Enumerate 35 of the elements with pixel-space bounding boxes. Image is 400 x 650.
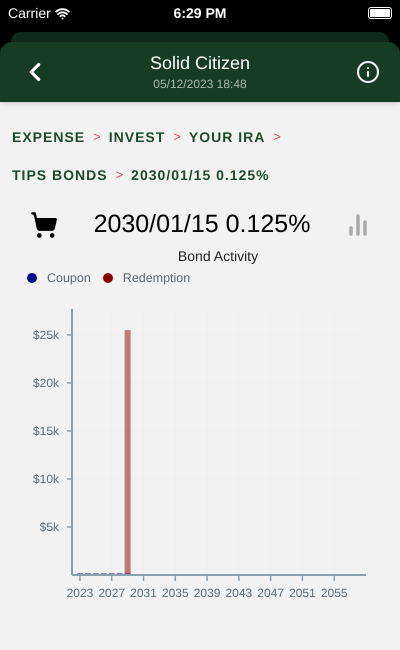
header-title: Solid Citizen [150, 52, 250, 75]
wifi-icon [54, 6, 70, 20]
breadcrumb-link[interactable]: 2030/01/15 0.125% [131, 166, 270, 184]
bond-title: 2030/01/15 0.125% [92, 209, 312, 240]
carrier-label: Carrier [8, 4, 51, 22]
breadcrumb-link[interactable]: TIPS BONDS [12, 166, 108, 184]
status-time: 6:29 PM [174, 4, 226, 22]
battery-icon [368, 7, 392, 19]
y-tick-label: $10k [32, 472, 59, 486]
x-tick-label: 2027 [98, 586, 126, 600]
y-tick-label: $5k [40, 520, 59, 534]
breadcrumb-separator: > [273, 128, 281, 146]
breadcrumb-link[interactable]: EXPENSE [12, 128, 86, 146]
x-tick-label: 2051 [289, 586, 316, 600]
cart-icon[interactable] [30, 210, 58, 239]
breadcrumb-separator: > [116, 166, 124, 184]
x-tick-label: 2035 [162, 586, 189, 600]
chart-title: Bond Activity [178, 246, 258, 266]
info-icon [356, 60, 380, 84]
x-tick-label: 2047 [257, 586, 284, 600]
legend-label: Redemption [122, 270, 190, 287]
x-tick-label: 2043 [226, 586, 252, 600]
breadcrumb-separator: > [173, 128, 181, 146]
breadcrumb-link[interactable]: YOUR IRA [188, 128, 266, 146]
legend-label: Coupon [47, 270, 91, 287]
breadcrumb-separator: > [93, 128, 101, 146]
x-tick-label: 2031 [130, 586, 157, 600]
header-subtitle: 05/12/2023 18:48 [153, 76, 247, 93]
y-tick-label: $15k [32, 424, 59, 438]
y-tick-label: $20k [32, 376, 59, 390]
x-tick-label: 2039 [194, 586, 220, 600]
breadcrumb-link[interactable]: INVEST [108, 128, 166, 146]
y-tick-label: $25k [32, 328, 59, 342]
x-tick-label: 2055 [320, 586, 348, 600]
x-tick-label: 2023 [66, 586, 94, 600]
